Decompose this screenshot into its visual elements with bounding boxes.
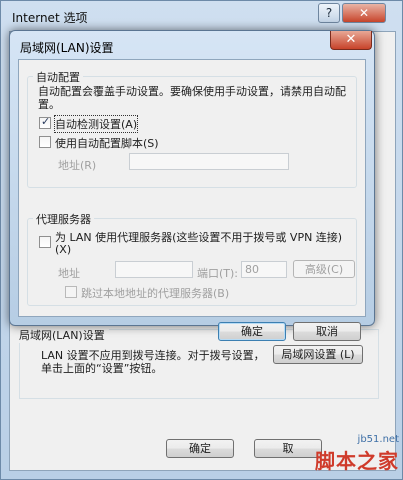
use-proxy-checkbox[interactable]	[39, 236, 51, 248]
internet-options-ok-button[interactable]: 确定	[166, 439, 234, 458]
lan-dialog-ok-button[interactable]: 确定	[218, 322, 286, 341]
proxy-advanced-button[interactable]: 高级(C)	[293, 260, 355, 278]
internet-options-titlebar: Internet 选项 ? ✕	[1, 1, 402, 31]
script-address-input[interactable]	[129, 153, 289, 170]
use-proxy-label[interactable]: 为 LAN 使用代理服务器(这些设置不用于拨号或 VPN 连接)(X)	[55, 232, 355, 256]
bypass-local-checkbox[interactable]	[65, 286, 77, 298]
lan-settings-group-legend: 局域网(LAN)设置	[15, 327, 109, 343]
auto-detect-checkbox[interactable]	[39, 115, 51, 129]
proxy-legend: 代理服务器	[33, 211, 94, 227]
bypass-local-label[interactable]: 跳过本地地址的代理服务器(B)	[81, 285, 229, 301]
proxy-port-label: 端口(T):	[197, 267, 239, 280]
lan-settings-button[interactable]: 局域网设置 (L)	[273, 345, 363, 364]
internet-options-close-button[interactable]: ✕	[342, 3, 386, 23]
auto-detect-label[interactable]: 自动检测设置(A)	[53, 115, 139, 133]
watermark-url: jb51.net	[357, 434, 399, 445]
script-address-label: 地址(R)	[58, 159, 97, 172]
lan-settings-dialog: 局域网(LAN)设置 ✕ 自动配置 自动配置会覆盖手动设置。要确保使用手动设置，…	[9, 30, 375, 341]
internet-options-title: Internet 选项	[12, 11, 88, 25]
proxy-port-input[interactable]: 80	[241, 261, 287, 278]
use-script-label[interactable]: 使用自动配置脚本(S)	[55, 135, 159, 151]
proxy-address-label: 地址	[58, 267, 80, 280]
lan-dialog-client: 自动配置 自动配置会覆盖手动设置。要确保使用手动设置，请禁用自动配置。 自动检测…	[18, 59, 366, 341]
auto-config-legend: 自动配置	[33, 69, 83, 85]
site-watermark: jb51.net 脚本之家	[315, 434, 399, 474]
use-script-checkbox[interactable]	[39, 136, 51, 148]
auto-config-description: 自动配置会覆盖手动设置。要确保使用手动设置，请禁用自动配置。	[38, 85, 346, 111]
lan-settings-description: LAN 设置不应用到拨号连接。对于拨号设置，单击上面的“设置”按钮。	[41, 349, 265, 375]
watermark-logo: 脚本之家	[315, 449, 399, 473]
internet-options-cancel-button[interactable]: 取	[254, 439, 322, 458]
lan-dialog-title: 局域网(LAN)设置	[20, 41, 114, 55]
lan-dialog-cancel-button[interactable]: 取消	[293, 322, 361, 341]
proxy-address-input[interactable]	[115, 261, 193, 278]
help-button[interactable]: ?	[318, 3, 340, 23]
lan-dialog-close-button[interactable]: ✕	[330, 31, 372, 50]
